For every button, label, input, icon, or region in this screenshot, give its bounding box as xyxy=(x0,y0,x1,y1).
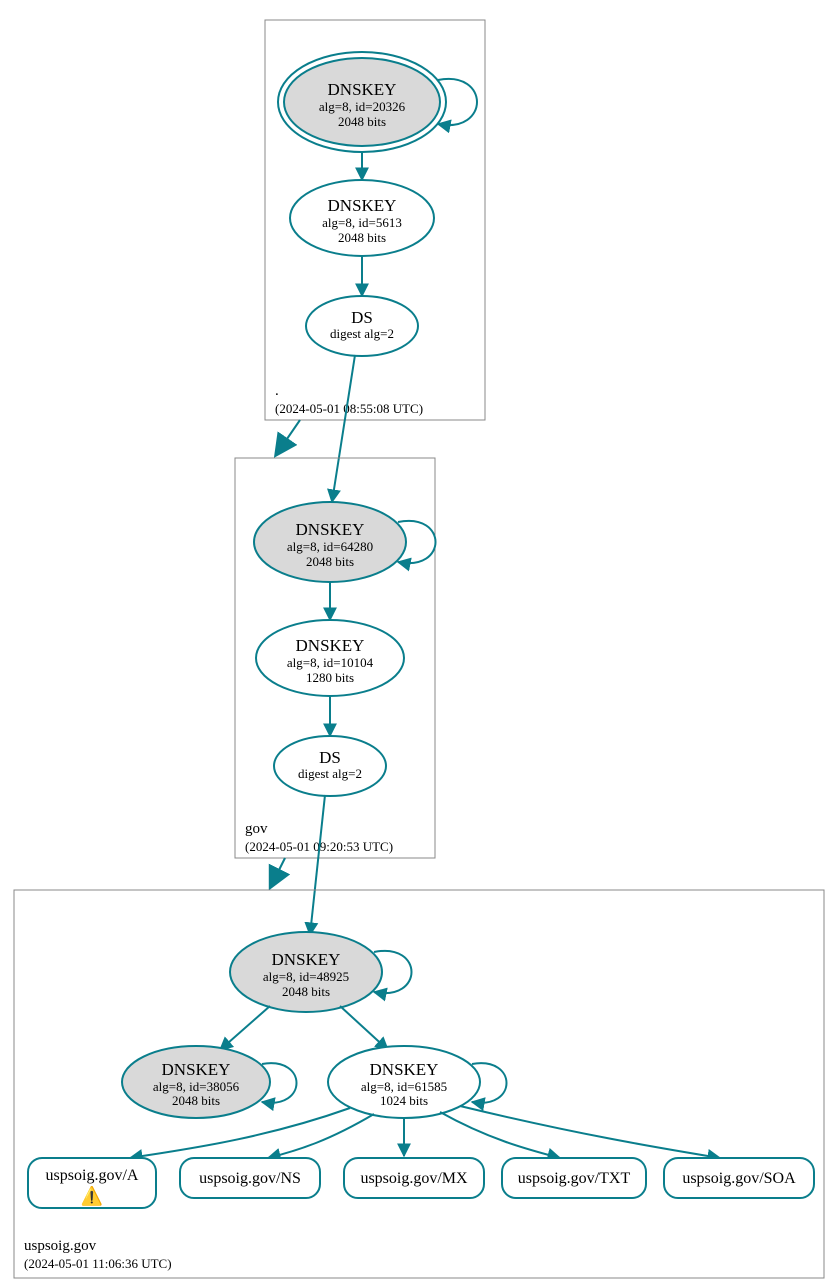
rr-soa: uspsoig.gov/SOA xyxy=(664,1158,814,1198)
svg-text:2048 bits: 2048 bits xyxy=(172,1093,220,1108)
edge-zsk-rr-soa xyxy=(460,1106,720,1158)
node-gov-zsk: DNSKEY alg=8, id=10104 1280 bits xyxy=(256,620,404,696)
node-gov-ksk: DNSKEY alg=8, id=64280 2048 bits xyxy=(254,502,406,582)
zone-root-ts: (2024-05-01 08:55:08 UTC) xyxy=(275,401,423,416)
rr-txt: uspsoig.gov/TXT xyxy=(502,1158,646,1198)
svg-text:DS: DS xyxy=(351,308,373,327)
svg-text:2048 bits: 2048 bits xyxy=(282,984,330,999)
svg-text:1280 bits: 1280 bits xyxy=(306,670,354,685)
svg-text:alg=8, id=20326: alg=8, id=20326 xyxy=(319,99,406,114)
svg-text:uspsoig.gov/MX: uspsoig.gov/MX xyxy=(360,1170,468,1187)
svg-text:uspsoig.gov/A: uspsoig.gov/A xyxy=(46,1167,139,1184)
svg-text:2048 bits: 2048 bits xyxy=(338,230,386,245)
svg-text:alg=8, id=48925: alg=8, id=48925 xyxy=(263,969,349,984)
rr-ns: uspsoig.gov/NS xyxy=(180,1158,320,1198)
edge-zsk-rr-a xyxy=(130,1108,350,1158)
zone-uspsoig-name: uspsoig.gov xyxy=(24,1238,97,1254)
node-root-zsk: DNSKEY alg=8, id=5613 2048 bits xyxy=(290,180,434,256)
node-root-ksk: DNSKEY alg=8, id=20326 2048 bits xyxy=(278,52,446,152)
svg-text:alg=8, id=5613: alg=8, id=5613 xyxy=(322,215,402,230)
zone-root-name: . xyxy=(275,383,279,399)
edge-gov-ds-usp-ksk xyxy=(310,795,325,935)
svg-text:DNSKEY: DNSKEY xyxy=(272,950,341,969)
dnssec-graph: . (2024-05-01 08:55:08 UTC) DNSKEY alg=8… xyxy=(0,0,840,1288)
svg-text:DS: DS xyxy=(319,748,341,767)
node-gov-ds: DS digest alg=2 xyxy=(274,736,386,796)
edge-zsk-rr-txt xyxy=(440,1112,560,1158)
node-usp-ksk: DNSKEY alg=8, id=48925 2048 bits xyxy=(230,932,382,1012)
node-usp-zsk2: DNSKEY alg=8, id=38056 2048 bits xyxy=(122,1046,270,1118)
node-usp-zsk: DNSKEY alg=8, id=61585 1024 bits xyxy=(328,1046,480,1118)
edge-zone-gov-to-usp xyxy=(272,858,285,884)
edge-root-ds-gov-ksk xyxy=(332,355,355,502)
svg-text:DNSKEY: DNSKEY xyxy=(328,80,397,99)
svg-text:1024 bits: 1024 bits xyxy=(380,1093,428,1108)
svg-text:alg=8, id=10104: alg=8, id=10104 xyxy=(287,655,374,670)
warning-icon: ⚠️ xyxy=(81,1185,103,1206)
node-root-ds: DS digest alg=2 xyxy=(306,296,418,356)
svg-text:uspsoig.gov/NS: uspsoig.gov/NS xyxy=(199,1170,301,1187)
svg-text:alg=8, id=38056: alg=8, id=38056 xyxy=(153,1079,240,1094)
svg-text:2048 bits: 2048 bits xyxy=(306,554,354,569)
svg-text:DNSKEY: DNSKEY xyxy=(162,1060,231,1079)
edge-zone-root-to-gov xyxy=(278,420,300,452)
svg-text:digest alg=2: digest alg=2 xyxy=(330,326,394,341)
svg-text:DNSKEY: DNSKEY xyxy=(328,196,397,215)
svg-text:alg=8, id=61585: alg=8, id=61585 xyxy=(361,1079,447,1094)
zone-uspsoig-ts: (2024-05-01 11:06:36 UTC) xyxy=(24,1256,172,1271)
zone-gov-name: gov xyxy=(245,821,268,837)
edge-root-ksk-self xyxy=(438,79,477,125)
svg-text:2048 bits: 2048 bits xyxy=(338,114,386,129)
edge-usp-ksk-zsk2 xyxy=(220,1006,270,1050)
svg-text:DNSKEY: DNSKEY xyxy=(370,1060,439,1079)
edge-usp-ksk-zsk xyxy=(340,1006,388,1050)
edge-zsk-rr-ns xyxy=(268,1114,374,1158)
svg-text:digest alg=2: digest alg=2 xyxy=(298,766,362,781)
svg-text:DNSKEY: DNSKEY xyxy=(296,520,365,539)
svg-text:uspsoig.gov/SOA: uspsoig.gov/SOA xyxy=(682,1170,796,1187)
svg-text:DNSKEY: DNSKEY xyxy=(296,636,365,655)
svg-text:alg=8, id=64280: alg=8, id=64280 xyxy=(287,539,373,554)
rr-a: uspsoig.gov/A ⚠️ xyxy=(28,1158,156,1208)
svg-text:uspsoig.gov/TXT: uspsoig.gov/TXT xyxy=(518,1170,631,1187)
rr-mx: uspsoig.gov/MX xyxy=(344,1158,484,1198)
